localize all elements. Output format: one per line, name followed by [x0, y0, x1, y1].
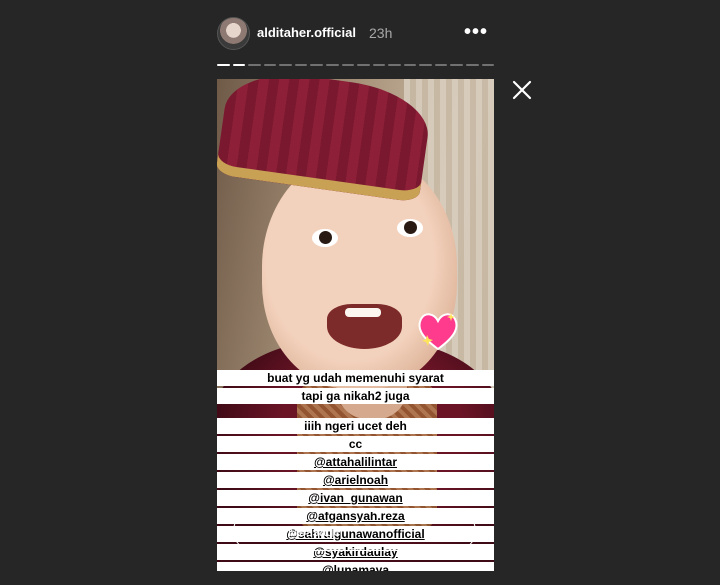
story-media[interactable]: buat yg udah memenuhi syarat tapi ga nik…	[217, 79, 494, 571]
story-header: alditaher.official 23h •••	[217, 16, 494, 50]
send-message-input[interactable]: Send Message	[233, 511, 476, 551]
progress-segment	[279, 64, 292, 66]
progress-segment	[232, 64, 246, 66]
avatar[interactable]	[217, 17, 250, 50]
progress-segment	[248, 64, 261, 66]
caption-line: buat yg udah memenuhi syarat	[217, 370, 494, 386]
progress-segment	[294, 64, 308, 66]
caption-line: iiih ngeri ucet deh	[217, 418, 494, 434]
progress-segment	[403, 64, 417, 66]
caption-line: cc	[217, 436, 494, 452]
progress-segment	[357, 64, 370, 66]
progress-segment	[434, 64, 448, 66]
mention-link[interactable]: @lunamaya	[217, 562, 494, 571]
progress-segment	[419, 64, 432, 66]
heart-sticker-icon	[418, 313, 458, 351]
username[interactable]: alditaher.official	[257, 25, 356, 40]
mention-link[interactable]: @arielnoah	[217, 472, 494, 488]
progress-segment	[481, 64, 495, 66]
progress-segment	[388, 64, 401, 66]
caption-line: tapi ga nikah2 juga	[217, 388, 494, 404]
progress-segment	[325, 64, 339, 66]
progress-segment	[466, 64, 479, 66]
progress-segment	[372, 64, 386, 66]
progress-segment	[450, 64, 463, 66]
close-icon[interactable]	[510, 78, 534, 102]
more-options-icon[interactable]: •••	[464, 21, 488, 44]
progress-segment	[310, 64, 323, 66]
time-ago: 23h	[369, 25, 393, 41]
mention-link[interactable]: @attahalilintar	[217, 454, 494, 470]
right-eye	[397, 219, 423, 237]
progress-segment	[341, 64, 355, 66]
send-message-placeholder: Send Message	[254, 524, 341, 539]
left-eye	[312, 229, 338, 247]
progress-segment	[263, 64, 277, 66]
story-progress-bar	[217, 64, 495, 66]
progress-segment	[217, 64, 230, 66]
mention-link[interactable]: @ivan_gunawan	[217, 490, 494, 506]
songkok-hat	[217, 79, 434, 203]
mouth	[327, 304, 402, 349]
